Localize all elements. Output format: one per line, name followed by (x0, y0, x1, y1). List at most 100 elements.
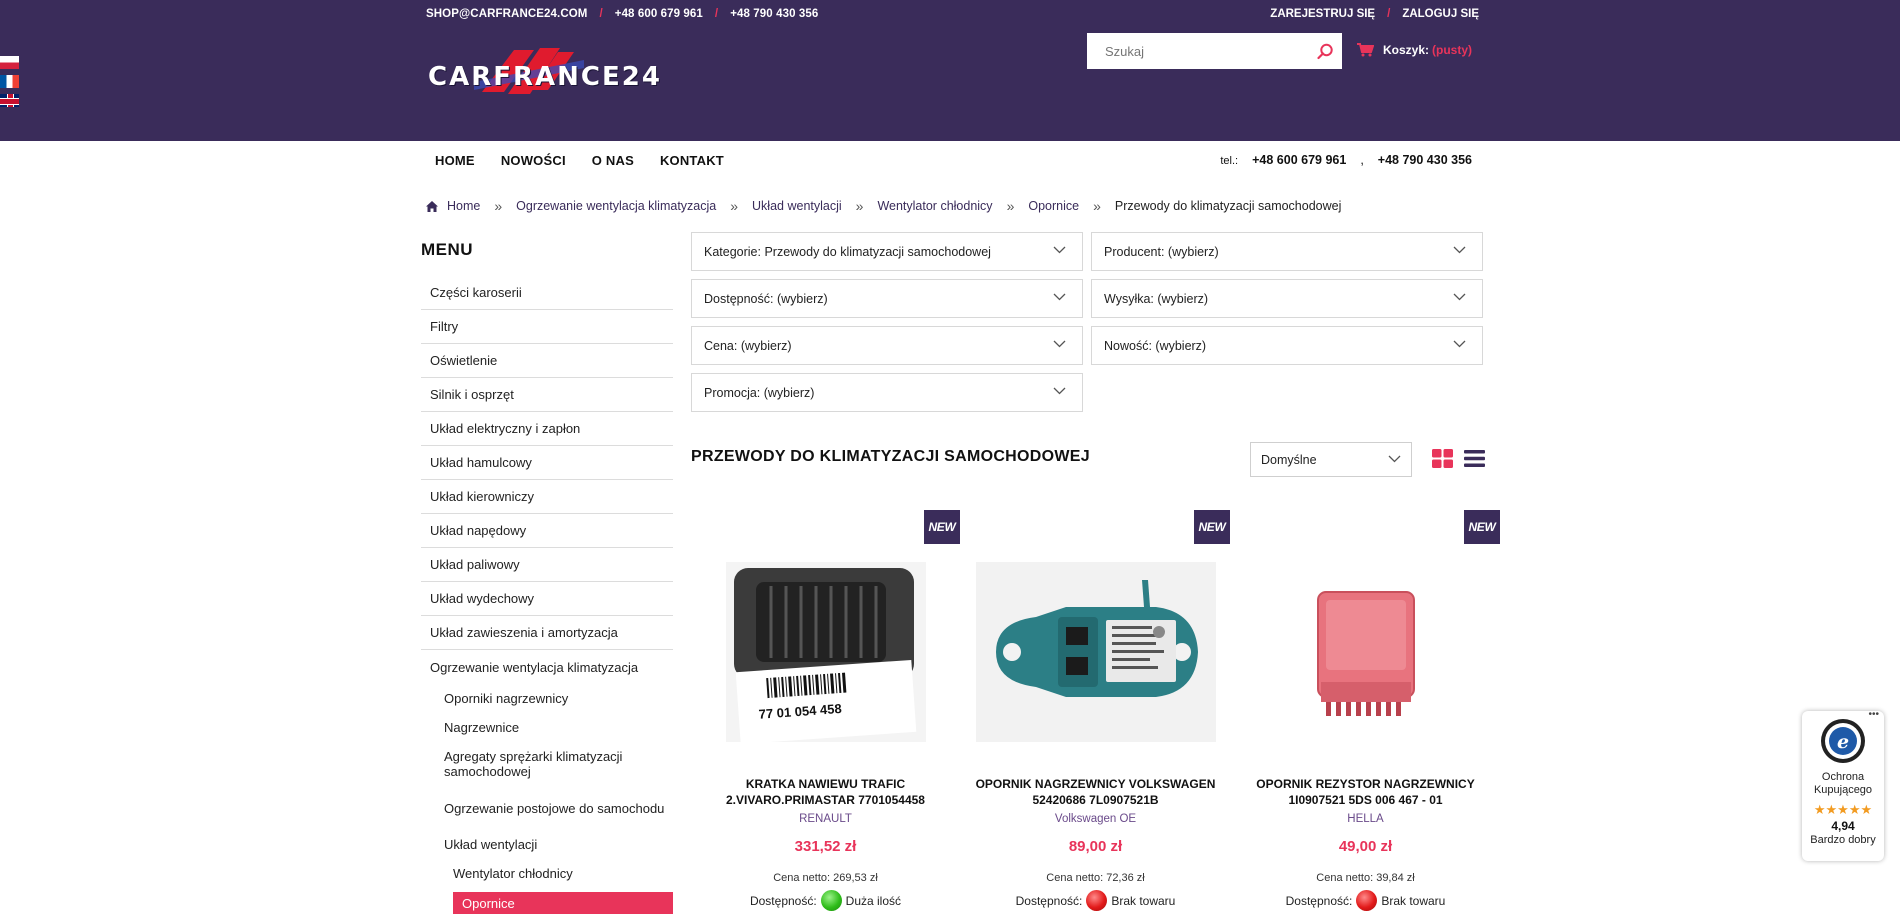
product-brand: HELLA (1347, 813, 1384, 825)
sidebar-item[interactable]: Układ napędowy (421, 514, 673, 548)
nav-phone2[interactable]: +48 790 430 356 (1378, 153, 1472, 167)
flag-gb-icon[interactable] (0, 94, 19, 107)
nav-contact[interactable]: KONTAKT (647, 153, 737, 168)
sidebar-item-expanded[interactable]: Ogrzewanie wentylacja klimatyzacja (421, 650, 673, 684)
menu-title: MENU (421, 240, 474, 259)
home-icon[interactable] (426, 200, 438, 212)
breadcrumb-item[interactable]: Ogrzewanie wentylacja klimatyzacja (516, 199, 716, 213)
sidebar-subitem[interactable]: Agregaty sprężarki klimatyzacji samochod… (421, 742, 673, 786)
register-link[interactable]: ZAREJESTRUJ SIĘ (1270, 8, 1375, 20)
availability-label: Dostępność: (1015, 893, 1083, 908)
filter-label: Nowość: (wybierz) (1104, 338, 1207, 353)
header-bar: SHOP@CARFRANCE24.COM / +48 600 679 961 /… (0, 0, 1900, 141)
sidebar-item[interactable]: Układ zawieszenia i amortyzacja (421, 616, 673, 650)
sidebar-item-active[interactable]: Opornice (453, 892, 673, 914)
flag-pl-icon[interactable] (0, 56, 19, 69)
product-netto: Cena netto: 72,36 zł (1046, 872, 1145, 884)
trust-label: Ochrona Kupującego (1813, 771, 1873, 796)
list-view-icon[interactable] (1464, 449, 1485, 468)
trusted-shops-seal-icon: e (1821, 719, 1865, 763)
availability-value: Duża ilość (845, 893, 902, 908)
grid-view-icon[interactable] (1432, 449, 1453, 468)
sidebar-subitem[interactable]: Oporniki nagrzewnicy (421, 684, 673, 713)
breadcrumb-item[interactable]: Wentylator chłodnicy (877, 199, 992, 213)
chevron-down-icon (1053, 340, 1066, 348)
availability-label: Dostępność: (749, 893, 817, 908)
sidebar-item[interactable]: Układ hamulcowy (421, 446, 673, 480)
product-name[interactable]: OPORNIK REZYSTOR NAGRZEWNICY 1I0907521 5… (1231, 776, 1500, 808)
language-flags (0, 56, 20, 113)
search-input[interactable] (1087, 33, 1308, 69)
trust-badge[interactable]: ••• e Ochrona Kupującego ★★★★★ 4,94 Bard… (1802, 709, 1884, 861)
chevron-down-icon (1053, 246, 1066, 254)
sidebar-subitem[interactable]: Nagrzewnice (421, 713, 673, 742)
sidebar-item[interactable]: Układ paliwowy (421, 548, 673, 582)
product-netto: Cena netto: 39,84 zł (1316, 872, 1415, 884)
filter-label: Wysyłka: (wybierz) (1104, 291, 1209, 306)
search-box (1087, 33, 1342, 69)
product-price: 331,52 zł (794, 838, 857, 855)
nav-phone1[interactable]: +48 600 679 961 (1252, 153, 1346, 167)
cart-widget[interactable]: Koszyk: (pusty) (1357, 43, 1472, 57)
nav-home[interactable]: HOME (421, 153, 488, 168)
sort-select[interactable]: Domyślne (1250, 442, 1412, 477)
product-image[interactable] (1231, 552, 1500, 752)
filter-label: Kategorie: Przewody do klimatyzacji samo… (704, 244, 991, 259)
svg-text:e: e (1837, 731, 1849, 753)
sidebar-item[interactable]: Układ kierowniczy (421, 480, 673, 514)
rating-verdict: Bardzo dobry (1810, 834, 1876, 846)
more-icon[interactable]: ••• (1868, 709, 1879, 720)
sort-value: Domyślne (1261, 452, 1317, 467)
filter-availability[interactable]: Dostępność: (wybierz) (691, 279, 1083, 318)
availability-value: Brak towaru (1381, 893, 1446, 908)
tel-label: tel.: (1220, 155, 1239, 167)
cart-icon (1357, 43, 1374, 57)
breadcrumb-item-home[interactable]: Home (447, 199, 480, 213)
sidebar-subitem[interactable]: Ogrzewanie postojowe do samochodu (421, 786, 673, 830)
sidebar-item[interactable]: Części karoserii (421, 276, 673, 310)
nav-about[interactable]: O NAS (579, 153, 647, 168)
logo-text: CARFRANCE24 (428, 62, 662, 92)
filter-producer[interactable]: Producent: (wybierz) (1091, 232, 1483, 271)
sidebar-subsubitem[interactable]: Wentylator chłodnicy (421, 859, 673, 888)
sidebar-item[interactable]: Silnik i osprzęt (421, 378, 673, 412)
phone1-link[interactable]: +48 600 679 961 (615, 8, 703, 20)
email-link[interactable]: SHOP@CARFRANCE24.COM (426, 8, 587, 20)
phone2-link[interactable]: +48 790 430 356 (730, 8, 818, 20)
sidebar-item[interactable]: Układ wydechowy (421, 582, 673, 616)
flag-fr-icon[interactable] (0, 75, 19, 88)
product-image[interactable]: 77 01 054 458 (691, 552, 960, 752)
chevron-down-icon (1053, 387, 1066, 395)
nav-news[interactable]: NOWOŚCI (488, 153, 579, 168)
sidebar-subitem[interactable]: Układ wentylacji (421, 830, 673, 859)
login-link[interactable]: ZALOGUJ SIĘ (1402, 8, 1479, 20)
filter-label: Promocja: (wybierz) (704, 385, 815, 400)
breadcrumb-item[interactable]: Opornice (1028, 199, 1079, 213)
sidebar-item[interactable]: Układ elektryczny i zapłon (421, 412, 673, 446)
separator: / (714, 8, 719, 20)
chevron-down-icon (1053, 293, 1066, 301)
sidebar-item[interactable]: Filtry (421, 310, 673, 344)
product-availability: Dostępność: Duża ilość (691, 890, 960, 911)
separator: / (599, 8, 603, 20)
filter-shipping[interactable]: Wysyłka: (wybierz) (1091, 279, 1483, 318)
product-netto: Cena netto: 269,53 zł (773, 872, 878, 884)
product-image[interactable] (961, 552, 1230, 752)
availability-red-icon (1086, 890, 1108, 911)
site-logo[interactable]: CARFRANCE24 (426, 42, 660, 104)
filter-category[interactable]: Kategorie: Przewody do klimatyzacji samo… (691, 232, 1083, 271)
filter-new[interactable]: Nowość: (wybierz) (1091, 326, 1483, 365)
cart-status: (pusty) (1432, 43, 1473, 57)
cart-label: Koszyk: (1383, 43, 1430, 57)
filter-promotion[interactable]: Promocja: (wybierz) (691, 373, 1083, 412)
search-icon[interactable] (1308, 33, 1342, 69)
product-name[interactable]: KRATKA NAWIEWU TRAFIC 2.VIVARO.PRIMASTAR… (691, 776, 960, 808)
availability-label: Dostępność: (1285, 893, 1353, 908)
sidebar-item[interactable]: Oświetlenie (421, 344, 673, 378)
breadcrumb-separator: » (1093, 198, 1101, 214)
main-nav: HOME NOWOŚCI O NAS KONTAKT tel.: +48 600… (421, 141, 1484, 179)
filter-price[interactable]: Cena: (wybierz) (691, 326, 1083, 365)
product-name[interactable]: OPORNIK NAGRZEWNICY VOLKSWAGEN 52420686 … (961, 776, 1230, 808)
breadcrumb-item[interactable]: Układ wentylacji (752, 199, 842, 213)
product-availability: Dostępność: Brak towaru (961, 890, 1230, 911)
